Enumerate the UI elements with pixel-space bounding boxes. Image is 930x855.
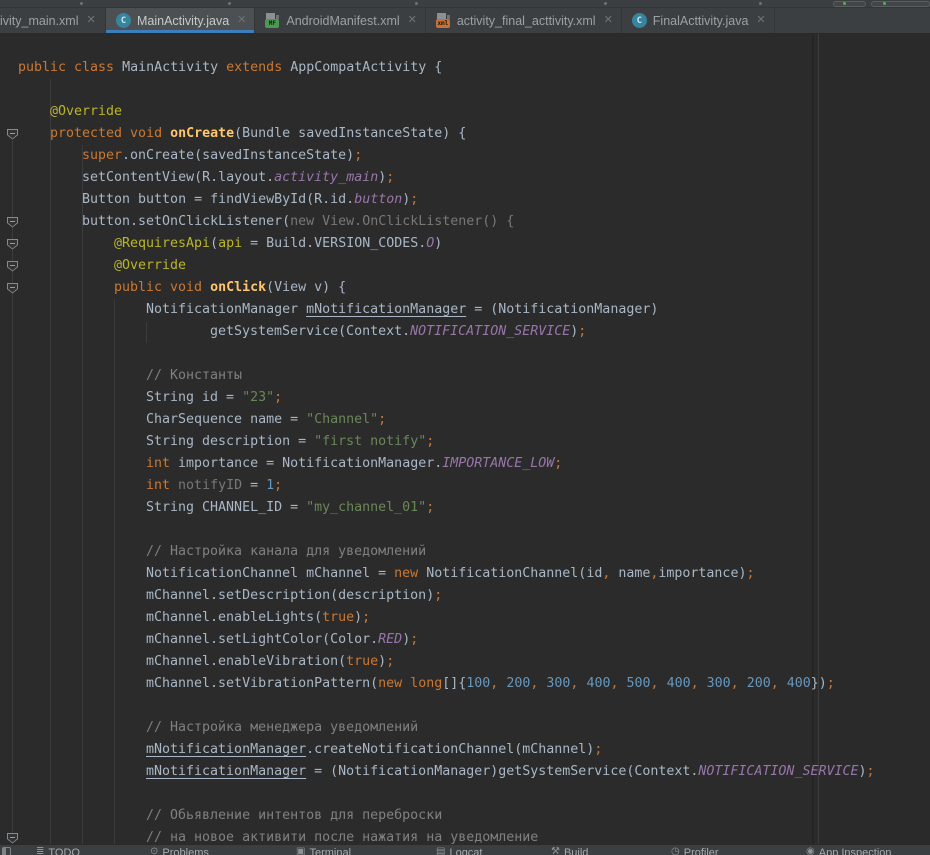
tool-window-label: Build [564, 847, 588, 855]
app-inspection-icon: ◉ [806, 847, 815, 855]
tool-window-button-profiler[interactable]: ◷ Profiler [671, 847, 719, 855]
close-icon[interactable]: ✕ [87, 15, 96, 26]
tool-window-corner-icon[interactable] [2, 847, 11, 855]
code-editor[interactable]: public class MainActivity extends AppCom… [0, 34, 930, 844]
tool-window-label: Terminal [309, 847, 351, 855]
layout-xml-file-icon: xml [436, 13, 451, 28]
code-line: // Константы [0, 365, 930, 387]
tab-label: ivity_main.xml [0, 14, 79, 28]
code-line: setContentView(R.layout.activity_main); [0, 167, 930, 189]
code-line: CharSequence name = "Channel"; [0, 409, 930, 431]
code-line [0, 695, 930, 717]
fold-marker-icon[interactable] [7, 129, 18, 140]
code-line: mChannel.setLightColor(Color.RED); [0, 629, 930, 651]
tool-window-label: TODO [48, 847, 80, 855]
java-class-icon: C [116, 13, 131, 28]
tab-activity-final-acttivity-xml[interactable]: xml activity_final_acttivity.xml ✕ [426, 8, 622, 33]
code-line [0, 79, 930, 101]
tab-androidmanifest-xml[interactable]: MF AndroidManifest.xml ✕ [255, 8, 425, 33]
code-line: NotificationManager mNotificationManager… [0, 299, 930, 321]
code-line: String CHANNEL_ID = "my_channel_01"; [0, 497, 930, 519]
tool-window-button-problems[interactable]: ⊙ Problems [150, 847, 209, 855]
code-line: NotificationChannel mChannel = new Notif… [0, 563, 930, 585]
code-line: // на новое активити после нажатия на ув… [0, 827, 930, 844]
toolbar-strip [0, 0, 930, 8]
fold-marker-icon[interactable] [7, 283, 18, 294]
device-button-group[interactable] [871, 1, 930, 7]
code-line: mNotificationManager.createNotificationC… [0, 739, 930, 761]
tab-label: activity_final_acttivity.xml [457, 14, 596, 28]
code-line: String id = "23"; [0, 387, 930, 409]
code-line: @Override [0, 255, 930, 277]
code-line: mChannel.setDescription(description); [0, 585, 930, 607]
code-line: mChannel.setVibrationPattern(new long[]{… [0, 673, 930, 695]
code-line: Button button = findViewById(R.id.button… [0, 189, 930, 211]
tool-window-bar: ≣ TODO ⊙ Problems ▣ Terminal ▤ Logcat ⚒ Build ◷ Pro… [0, 844, 930, 855]
code-line: int notifyID = 1; [0, 475, 930, 497]
android-studio-window: ivity_main.xml ✕ C MainActivity.java ✕ M… [0, 0, 930, 855]
code-line [0, 35, 930, 57]
fold-marker-icon[interactable] [7, 239, 18, 250]
build-icon: ⚒ [551, 847, 560, 855]
code-line: public void onClick(View v) { [0, 277, 930, 299]
toolbar-icon-dot [759, 2, 762, 5]
problems-icon: ⊙ [150, 847, 158, 855]
toolbar-icon-dot [228, 2, 231, 5]
code-line: // Настройка менеджера уведомлений [0, 717, 930, 739]
debug-icon[interactable] [883, 2, 886, 5]
code-line: int importance = NotificationManager.IMP… [0, 453, 930, 475]
code-line: @Override [0, 101, 930, 123]
run-button-group[interactable] [833, 1, 866, 7]
manifest-file-icon: MF [265, 13, 280, 28]
tab-label: AndroidManifest.xml [286, 14, 399, 28]
code-line [0, 519, 930, 541]
tab-label: FinalActtivity.java [653, 14, 749, 28]
tool-window-label: Profiler [684, 847, 719, 855]
tool-window-label: App Inspection [819, 847, 892, 855]
code-line: @RequiresApi(api = Build.VERSION_CODES.O… [0, 233, 930, 255]
toolbar-icon-dot [604, 2, 607, 5]
code-line: mChannel.enableLights(true); [0, 607, 930, 629]
code-line [0, 783, 930, 805]
tab-mainactivity-java[interactable]: C MainActivity.java ✕ [106, 8, 255, 33]
fold-marker-icon[interactable] [7, 833, 18, 844]
close-icon[interactable]: ✕ [604, 15, 613, 26]
tool-window-button-todo[interactable]: ≣ TODO [36, 847, 80, 855]
tool-window-button-terminal[interactable]: ▣ Terminal [296, 847, 351, 855]
toolbar-icon-dot [415, 2, 418, 5]
tool-window-button-build[interactable]: ⚒ Build [551, 847, 588, 855]
code-line: mChannel.enableVibration(true); [0, 651, 930, 673]
code-line: protected void onCreate(Bundle savedInst… [0, 123, 930, 145]
tool-window-button-logcat[interactable]: ▤ Logcat [436, 847, 482, 855]
code-line: String description = "first notify"; [0, 431, 930, 453]
terminal-icon: ▣ [296, 847, 305, 855]
code-lines: public class MainActivity extends AppCom… [0, 34, 930, 844]
code-line: button.setOnClickListener(new View.OnCli… [0, 211, 930, 233]
tool-window-button-app-inspection[interactable]: ◉ App Inspection [806, 847, 892, 855]
fold-marker-icon[interactable] [7, 261, 18, 272]
tool-window-label: Problems [162, 847, 208, 855]
tab-activity-main-xml[interactable]: ivity_main.xml ✕ [0, 8, 106, 33]
todo-icon: ≣ [36, 847, 44, 855]
profiler-icon: ◷ [671, 847, 680, 855]
code-line: // Настройка канала для уведомлений [0, 541, 930, 563]
code-line: super.onCreate(savedInstanceState); [0, 145, 930, 167]
toolbar-icon-dot [80, 2, 83, 5]
editor-tab-bar: ivity_main.xml ✕ C MainActivity.java ✕ M… [0, 8, 930, 34]
close-icon[interactable]: ✕ [237, 15, 246, 26]
close-icon[interactable]: ✕ [408, 15, 417, 26]
close-icon[interactable]: ✕ [756, 15, 765, 26]
code-line: public class MainActivity extends AppCom… [0, 57, 930, 79]
logcat-icon: ▤ [436, 847, 445, 855]
fold-marker-icon[interactable] [7, 217, 18, 228]
run-icon[interactable] [843, 2, 846, 5]
tab-finalacttivity-java[interactable]: C FinalActtivity.java ✕ [622, 8, 775, 33]
java-class-icon: C [632, 13, 647, 28]
tool-window-label: Logcat [449, 847, 482, 855]
code-line: getSystemService(Context.NOTIFICATION_SE… [0, 321, 930, 343]
code-line [0, 343, 930, 365]
tab-label: MainActivity.java [137, 14, 229, 28]
code-line: mNotificationManager = (NotificationMana… [0, 761, 930, 783]
code-line: // Обьявление интентов для переброски [0, 805, 930, 827]
